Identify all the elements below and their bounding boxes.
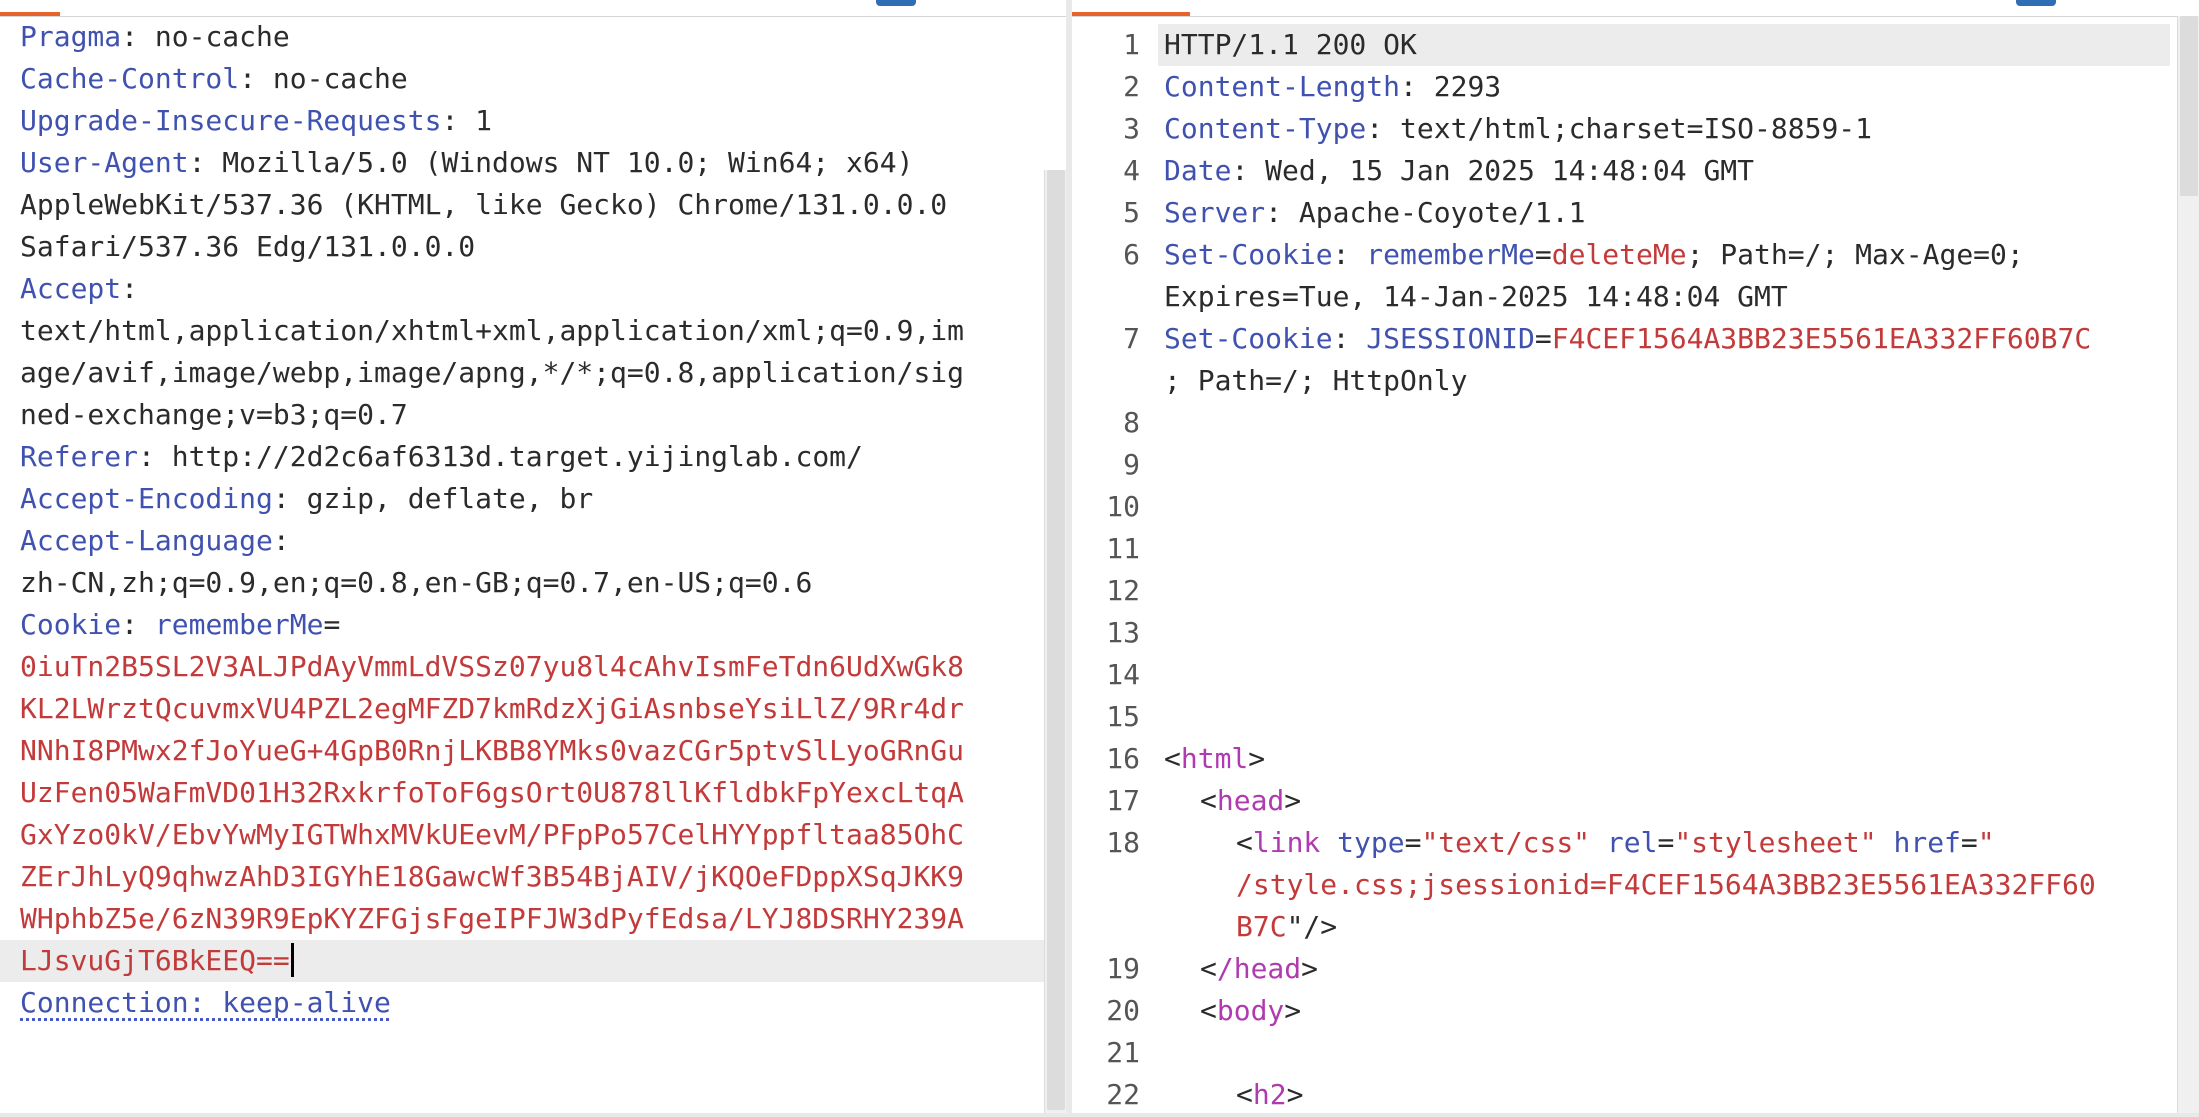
header-continuation: ned-exchange;v=b3;q=0.7 [20, 398, 408, 431]
cookie-value-line-current[interactable]: LJsvuGjT6BkEEQ== [0, 940, 1060, 982]
link-tag: <link type="text/css" rel="stylesheet" h… [1236, 826, 1995, 859]
line-number: 19 [1106, 952, 1140, 985]
line-number: 13 [1106, 616, 1140, 649]
response-header-line: Server: Apache-Coyote/1.1 [1164, 196, 1586, 229]
response-scrollbar[interactable] [2177, 16, 2199, 1113]
header-line: Accept-Encoding: gzip, deflate, br [20, 482, 594, 515]
response-header-line: Date: Wed, 15 Jan 2025 14:48:04 GMT [1164, 154, 1755, 187]
response-pretty-toggle-button[interactable] [2016, 0, 2056, 6]
link-href-continuation: /style.css;jsessionid=F4CEF1564A3BB23E55… [1236, 868, 2096, 901]
header-continuation: AppleWebKit/537.36 (KHTML, like Gecko) C… [20, 188, 948, 221]
response-header-line: Content-Type: text/html;charset=ISO-8859… [1164, 112, 1873, 145]
line-number: 20 [1106, 994, 1140, 1027]
status-line: HTTP/1.1 200 OK [1164, 28, 1417, 61]
header-line: Accept-Language: [20, 524, 290, 557]
set-cookie-continuation: ; Path=/; HttpOnly [1164, 364, 1468, 397]
response-header-line: Content-Length: 2293 [1164, 70, 1502, 103]
line-number: 15 [1106, 700, 1140, 733]
header-line: Cache-Control: no-cache [20, 62, 408, 95]
cookie-value-line: 0iuTn2B5SL2V3ALJPdAyVmmLdVSSz07yu8l4cAhv… [20, 650, 965, 683]
response-code[interactable]: HTTP/1.1 200 OK Content-Length: 2293 Con… [1164, 24, 2164, 1113]
header-line: Referer: http://2d2c6af6313d.target.yiji… [20, 440, 863, 473]
head-close-tag: </head> [1200, 952, 1319, 985]
request-pretty-toggle-button[interactable] [876, 0, 916, 6]
cookie-value-line: UzFen05WaFmVD01H32RxkrfoToF6gsOrt0U878ll… [20, 776, 965, 809]
line-number-gutter: 1 2 3 4 5 6 7 8 9 10 11 12 13 14 15 16 1… [1072, 24, 1140, 1113]
response-scrollbar-thumb[interactable] [2180, 16, 2198, 196]
header-continuation: Safari/537.36 Edg/131.0.0.0 [20, 230, 476, 263]
request-tab-strip [0, 0, 1066, 17]
line-number [1072, 864, 1140, 906]
cookie-value-line: KL2LWrztQcuvmxVU4PZL2egMFZD7kmRdzXjGiAsn… [20, 692, 965, 725]
header-line: Upgrade-Insecure-Requests: 1 [20, 104, 493, 137]
response-tab-strip [1072, 0, 2199, 17]
line-number: 16 [1106, 742, 1140, 775]
body-open-tag: <body> [1200, 994, 1302, 1027]
line-number: 3 [1123, 112, 1140, 145]
line-number: 1 [1123, 28, 1140, 61]
header-continuation: zh-CN,zh;q=0.9,en;q=0.8,en-GB;q=0.7,en-U… [20, 566, 813, 599]
header-line: Pragma: no-cache [20, 20, 290, 53]
line-number: 4 [1123, 154, 1140, 187]
line-number: 5 [1123, 196, 1140, 229]
request-scrollbar[interactable] [1044, 170, 1066, 1113]
line-number: 9 [1123, 448, 1140, 481]
set-cookie-line: Set-Cookie: rememberMe=deleteMe; Path=/;… [1164, 238, 2024, 271]
line-number: 22 [1106, 1078, 1140, 1111]
link-href-continuation: B7C"/> [1236, 910, 1338, 943]
request-scrollbar-thumb[interactable] [1047, 170, 1065, 1110]
text-caret [290, 943, 294, 977]
head-open-tag: <head> [1200, 784, 1302, 817]
line-number: 12 [1106, 574, 1140, 607]
connection-header-line: Connection: keep-alive [20, 986, 391, 1019]
line-number: 18 [1106, 826, 1140, 859]
line-number: 10 [1106, 490, 1140, 523]
line-number [1072, 276, 1140, 318]
cookie-value-line: WHphbZ5e/6zN39R9EpKYZFGjsFgeIPFJW3dPyfEd… [20, 902, 965, 935]
line-number: 2 [1123, 70, 1140, 103]
line-number: 7 [1123, 322, 1140, 355]
line-number [1072, 906, 1140, 948]
response-tab-indicator [1072, 12, 1190, 16]
set-cookie-continuation: Expires=Tue, 14-Jan-2025 14:48:04 GMT [1164, 280, 1788, 313]
line-number: 21 [1106, 1036, 1140, 1069]
line-number [1072, 360, 1140, 402]
line-number: 11 [1106, 532, 1140, 565]
line-number: 17 [1106, 784, 1140, 817]
cookie-value-line: NNhI8PMwx2fJoYueG+4GpB0RnjLKBB8YMks0vazC… [20, 734, 965, 767]
header-line: User-Agent: Mozilla/5.0 (Windows NT 10.0… [20, 146, 914, 179]
header-continuation: age/avif,image/webp,image/apng,*/*;q=0.8… [20, 356, 965, 389]
cookie-header-line: Cookie: rememberMe= [20, 608, 341, 641]
request-code[interactable]: Pragma: no-cache Cache-Control: no-cache… [0, 16, 1060, 1024]
line-number: 8 [1123, 406, 1140, 439]
response-editor-pane[interactable]: 1 2 3 4 5 6 7 8 9 10 11 12 13 14 15 16 1… [1072, 0, 2199, 1113]
line-number: 14 [1106, 658, 1140, 691]
set-cookie-line: Set-Cookie: JSESSIONID=F4CEF1564A3BB23E5… [1164, 322, 2092, 355]
cookie-value-line: GxYzo0kV/EbvYwMyIGTWhxMVkUEevM/PFpPo57Ce… [20, 818, 965, 851]
html-open-tag: <html> [1164, 742, 1266, 775]
cookie-value-line: ZErJhLyQ9qhwzAhD3IGYhE18GawcWf3B54BjAIV/… [20, 860, 965, 893]
header-line: Accept: [20, 272, 139, 305]
request-editor-pane[interactable]: Pragma: no-cache Cache-Control: no-cache… [0, 0, 1066, 1113]
header-continuation: text/html,application/xhtml+xml,applicat… [20, 314, 965, 347]
h2-open-tag: <h2> [1236, 1078, 1304, 1111]
line-number: 6 [1123, 238, 1140, 271]
